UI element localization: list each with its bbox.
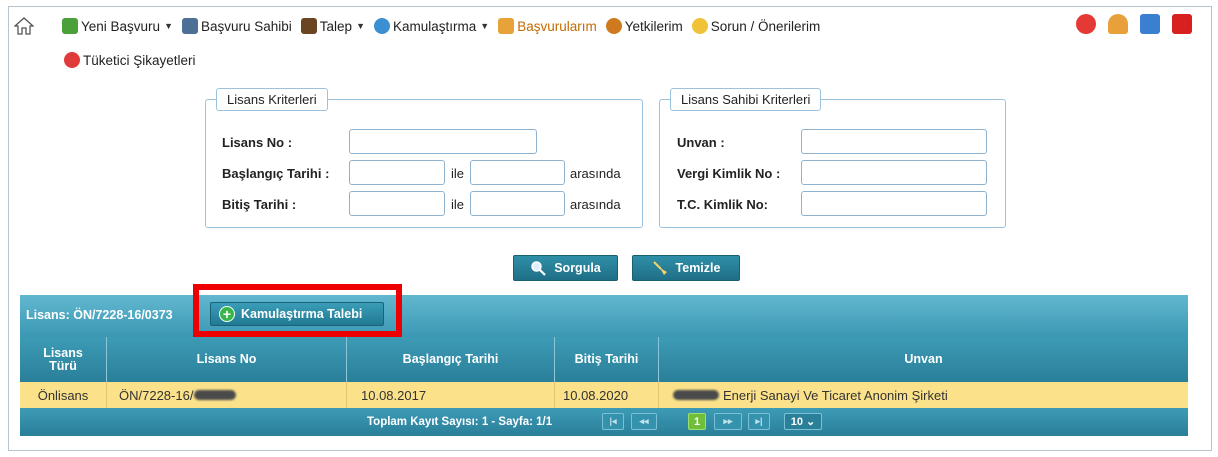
last-page-button[interactable]: ▸| [748,413,770,430]
menu-yeni-basvuru[interactable]: Yeni Başvuru ▼ [62,18,173,34]
menu-sorun-onerilerim[interactable]: Sorun / Önerilerim [691,18,820,34]
new-application-icon [62,18,78,34]
menu-basvurularim[interactable]: Başvurularım [498,18,597,34]
home-icon[interactable] [14,17,34,35]
chevron-down-icon: ▼ [164,21,173,31]
phone-alert-icon[interactable] [1076,14,1096,34]
menu-tuketici-sikayetleri[interactable]: Tüketici Şikayetleri [64,52,196,68]
phone-alert-icon [64,52,80,68]
table-row[interactable]: Önlisans ÖN/7228-16/ 10.08.2017 10.08.20… [20,382,1188,408]
power-icon[interactable] [1172,14,1192,34]
col-lisans-turu[interactable]: Lisans Türü [20,337,107,382]
chat-icon [691,18,708,34]
menu-basvuru-sahibi[interactable]: Başvuru Sahibi [181,18,292,34]
tax-no-label: Vergi Kimlik No : [677,166,781,181]
redacted-mark [673,390,719,400]
globe-icon [374,18,390,34]
cell-title: Enerji Sanayi Ve Ticaret Anonim Şirketi [659,382,1188,408]
pager: Toplam Kayıt Sayısı: 1 - Sayfa: 1/1 |◂ ◂… [20,408,1188,436]
col-unvan[interactable]: Unvan [659,337,1188,382]
end-date-ile: ile [451,197,465,212]
table-header: Lisans Türü Lisans No Başlangıç Tarihi B… [20,337,1188,382]
search-icon [531,261,546,276]
tc-no-label: T.C. Kimlik No: [677,197,769,212]
query-button[interactable]: Sorgula [513,255,618,281]
end-date-to-input[interactable] [470,191,565,216]
book-icon [300,18,317,34]
start-date-label: Başlangıç Tarihi : [222,166,330,181]
clear-button[interactable]: Temizle [632,255,740,281]
pager-summary: Toplam Kayıt Sayısı: 1 - Sayfa: 1/1 [367,416,553,428]
user-icon[interactable] [1108,14,1128,34]
title-input[interactable] [801,129,987,154]
start-date-arasinda: arasında [570,166,621,181]
current-page[interactable]: 1 [688,413,706,430]
license-criteria-legend: Lisans Kriterleri [216,88,328,111]
right-toolbar [1076,14,1192,34]
people-icon [605,18,622,34]
end-date-from-input[interactable] [349,191,445,216]
tc-no-input[interactable] [801,191,987,216]
license-no-input[interactable] [349,129,537,154]
panel-title: Lisans: ÖN/7228-16/0373 [26,308,173,322]
cell-end-date: 10.08.2020 [555,382,659,408]
start-date-ile: ile [451,166,465,181]
first-page-button[interactable]: |◂ [602,413,624,430]
next-page-button[interactable]: ▸▸ [714,413,742,430]
end-date-arasinda: arasında [570,197,621,212]
broom-icon [652,261,667,275]
users-icon [181,18,198,34]
start-date-from-input[interactable] [349,160,445,185]
cell-license-no: ÖN/7228-16/ [107,382,347,408]
end-date-label: Bitiş Tarihi : [222,197,297,212]
col-lisans-no[interactable]: Lisans No [107,337,347,382]
chevron-down-icon: ▼ [356,21,365,31]
title-label: Unvan : [677,135,725,150]
highlight-box [193,284,402,337]
info-icon[interactable] [1140,14,1160,34]
page-size-select[interactable]: 10 ⌄ [784,413,822,430]
chevron-down-icon: ▼ [480,21,490,31]
folder-icon [498,18,515,34]
license-no-label: Lisans No : [222,135,293,150]
cell-start-date: 10.08.2017 [347,382,555,408]
start-date-to-input[interactable] [470,160,565,185]
redacted-mark [194,390,237,400]
chevron-down-icon: ⌄ [806,416,816,428]
owner-criteria-legend: Lisans Sahibi Kriterleri [670,88,822,111]
col-bitis-tarihi[interactable]: Bitiş Tarihi [555,337,659,382]
menu-talep[interactable]: Talep ▼ [300,18,365,34]
menu-yetkilerim[interactable]: Yetkilerim [605,18,683,34]
tax-no-input[interactable] [801,160,987,185]
top-menu: Yeni Başvuru ▼ Başvuru Sahibi Talep ▼ Kamu… [14,14,1204,74]
prev-page-button[interactable]: ◂◂ [631,413,657,430]
menu-kamulastirma[interactable]: Kamulaştırma ▼ [374,18,489,34]
col-baslangic-tarihi[interactable]: Başlangıç Tarihi [347,337,555,382]
cell-type: Önlisans [20,382,107,408]
